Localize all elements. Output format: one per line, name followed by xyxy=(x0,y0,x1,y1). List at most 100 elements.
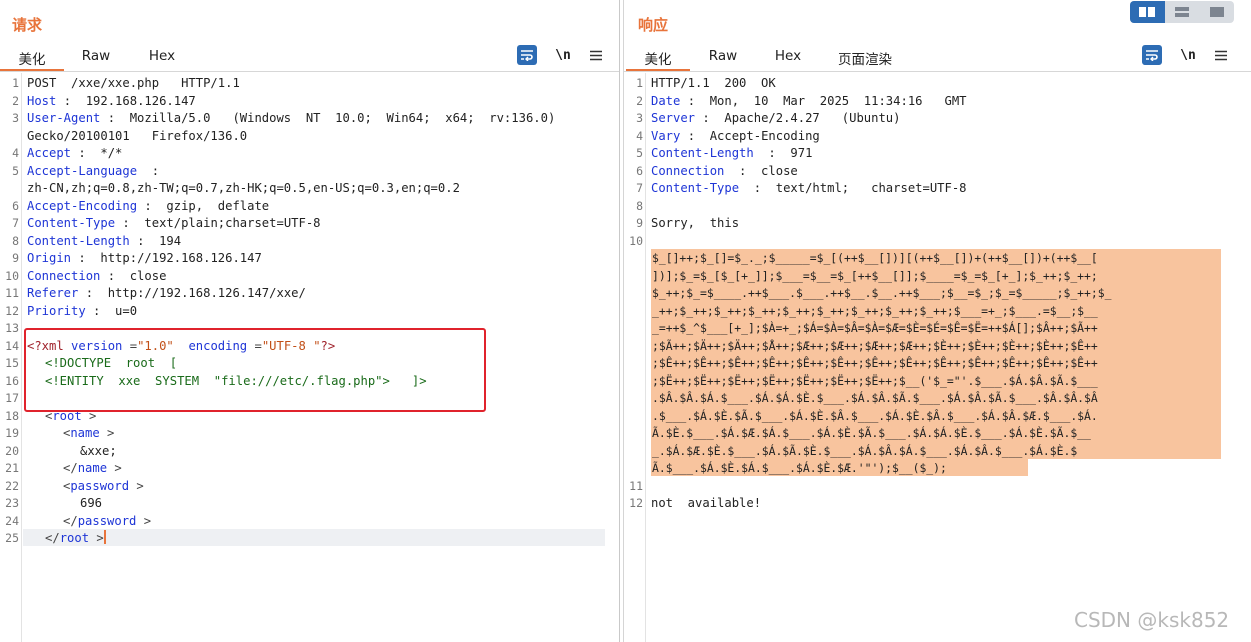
line-number: 24 xyxy=(5,513,19,528)
body-line-12: not available! xyxy=(651,496,762,510)
header-key: Origin xyxy=(27,251,72,265)
line-number: 6 xyxy=(12,198,19,213)
header-value: : close xyxy=(100,268,167,283)
wrap-lines-icon[interactable] xyxy=(517,45,537,65)
line-number: 13 xyxy=(5,321,19,335)
tab-pretty[interactable]: 美化 xyxy=(626,44,690,72)
header-server: Server : Apache/2.4.27 (Ubuntu) xyxy=(651,110,900,128)
request-toolbar: \n xyxy=(517,44,603,66)
header-content-length: Content-Length : 971 xyxy=(651,145,812,163)
header-key: Accept-Language xyxy=(27,163,138,178)
tab-hex[interactable]: Hex xyxy=(128,44,196,72)
xml-password-open: <password > xyxy=(63,478,144,493)
line-number: 22 xyxy=(5,478,19,493)
request-pane: 请求 美化 Raw Hex \n 1 2 3 4 5 6 7 8 9 10 11 12 13 14 15 16… xyxy=(0,0,620,642)
obfuscated-code-line: .$Â.$Â.$Á.$___.$Á.$Á.$È.$___.$Á.$Â.$Ã.$_… xyxy=(652,391,1098,405)
header-value: : text/html; charset=UTF-8 xyxy=(739,181,967,195)
line-number: 2 xyxy=(636,93,643,108)
line-number: 3 xyxy=(636,111,643,125)
tab-render[interactable]: 页面渲染 xyxy=(820,44,910,72)
line-number: 25 xyxy=(5,531,19,545)
response-editor[interactable]: 1 2 3 4 5 6 7 8 9 10 11 12 HTTP/1.1 200 OK Date : M… xyxy=(624,73,1251,642)
line-number: 17 xyxy=(5,391,19,405)
obfuscated-code-line: _++;$_++;$_++;$_++;$_++;$_++;$_++;$_++;$… xyxy=(652,303,1098,318)
tab-pretty[interactable]: 美化 xyxy=(0,44,64,72)
line-number: 2 xyxy=(12,93,19,108)
single-view-icon[interactable] xyxy=(1199,1,1234,23)
header-value: : */* xyxy=(71,146,123,160)
body-line-9: Sorry, this xyxy=(651,216,740,230)
header-user-agent-cont: Gecko/20100101 Firefox/136.0 xyxy=(27,128,248,143)
wrap-lines-icon[interactable] xyxy=(1142,45,1162,65)
tab-raw[interactable]: Raw xyxy=(64,44,128,72)
line-number: 7 xyxy=(636,181,643,195)
xml-password-close: </password > xyxy=(63,513,152,528)
tab-divider xyxy=(624,71,1251,72)
xml-name-text: &xxe; xyxy=(80,443,117,458)
current-line-highlight xyxy=(23,529,605,546)
line-number: 16 xyxy=(5,373,19,388)
header-key: Connection xyxy=(651,163,725,178)
line-number: 8 xyxy=(12,233,19,248)
header-value: : gzip, deflate xyxy=(137,198,270,213)
header-value: : u=0 xyxy=(85,303,138,318)
obfuscated-code-line: .$___.$Á.$È.$Ã.$___.$Á.$È.$Â.$___.$Á.$È.… xyxy=(652,408,1098,423)
header-value: : 194 xyxy=(129,233,182,248)
header-vary: Vary : Accept-Encoding xyxy=(651,128,820,146)
tab-hex[interactable]: Hex xyxy=(756,44,820,72)
response-title: 响应 xyxy=(638,16,669,34)
header-value: : close xyxy=(724,163,798,178)
line-number: 9 xyxy=(12,251,19,265)
header-accept-language: Accept-Language : xyxy=(27,163,159,181)
status-line: HTTP/1.1 200 OK xyxy=(651,76,776,90)
header-accept-language-cont: zh-CN,zh;q=0.8,zh-TW;q=0.7,zh-HK;q=0.5,e… xyxy=(27,181,460,195)
request-tabs: 美化 Raw Hex xyxy=(0,44,196,72)
line-number: 12 xyxy=(629,496,643,510)
header-key: Accept-Encoding xyxy=(27,198,138,213)
header-key: Host xyxy=(27,93,57,108)
header-origin: Origin : http://192.168.126.147 xyxy=(27,250,262,268)
header-referer: Referer : http://192.168.126.147/xxe/ xyxy=(27,285,306,303)
header-value: : Apache/2.4.27 (Ubuntu) xyxy=(695,111,901,125)
header-value: : xyxy=(137,163,160,178)
line-number: 23 xyxy=(5,496,19,510)
response-pane: 响应 美化 Raw Hex 页面渲染 \n 1 2 3 4 5 6 7 8 9 10 11 12 HT… xyxy=(623,0,1251,642)
tag-name: password xyxy=(77,513,137,528)
header-key: Content-Length xyxy=(651,146,754,160)
watermark: CSDN @ksk852 xyxy=(1074,608,1230,632)
header-priority: Priority : u=0 xyxy=(27,303,137,321)
hamburger-menu-icon[interactable] xyxy=(589,45,603,65)
obfuscated-code-line: _=++$_^$___[+_];$À=+_;$Á=$À=$Â=$À=$Æ=$È=… xyxy=(652,321,1098,335)
header-key: Accept xyxy=(27,146,72,160)
line-number: 5 xyxy=(12,163,19,178)
line-number: 4 xyxy=(12,146,19,160)
newline-toggle[interactable]: \n xyxy=(555,45,571,65)
header-connection: Connection : close xyxy=(27,268,166,286)
hamburger-menu-icon[interactable] xyxy=(1214,45,1228,65)
line-number: 20 xyxy=(5,443,19,458)
xxe-payload-highlight-box xyxy=(24,328,486,412)
obfuscated-code-line: Ã.$___.$Á.$È.$Á.$___.$Á.$È.$Æ.'"');$__($… xyxy=(652,461,947,475)
header-key: Priority xyxy=(27,303,86,318)
tag-name: password xyxy=(70,478,130,493)
horizontal-view-icon[interactable] xyxy=(1165,1,1200,23)
split-view-icon[interactable] xyxy=(1130,1,1165,23)
header-value: : 192.168.126.147 xyxy=(56,93,196,108)
obfuscated-code-line: $_++;$_=$____.++$___.$___.++$__.$__.++$_… xyxy=(652,286,1112,300)
tab-raw[interactable]: Raw xyxy=(690,44,756,72)
obfuscated-code-line: ;$Ã++;$Ä++;$Ä++;$Å++;$Æ++;$Æ++;$Æ++;$Æ++… xyxy=(652,338,1098,353)
line-number: 15 xyxy=(5,356,19,370)
newline-toggle[interactable]: \n xyxy=(1180,45,1196,65)
line-number: 8 xyxy=(636,198,643,213)
line-number: 5 xyxy=(636,146,643,160)
line-number: 1 xyxy=(636,76,643,90)
header-key: Vary xyxy=(651,128,681,143)
xml-password-text: 696 xyxy=(80,496,103,510)
header-value: : http://192.168.126.147/xxe/ xyxy=(78,286,306,300)
header-key: Content-Type xyxy=(651,181,740,195)
line-number: 1 xyxy=(12,76,19,90)
obfuscated-code-line: Ã.$È.$___.$Á.$Æ.$Á.$___.$Á.$È.$Ã.$___.$Á… xyxy=(652,426,1091,440)
xml-root-close: </root > xyxy=(45,530,106,545)
request-title: 请求 xyxy=(12,16,43,34)
line-number: 10 xyxy=(629,233,643,248)
